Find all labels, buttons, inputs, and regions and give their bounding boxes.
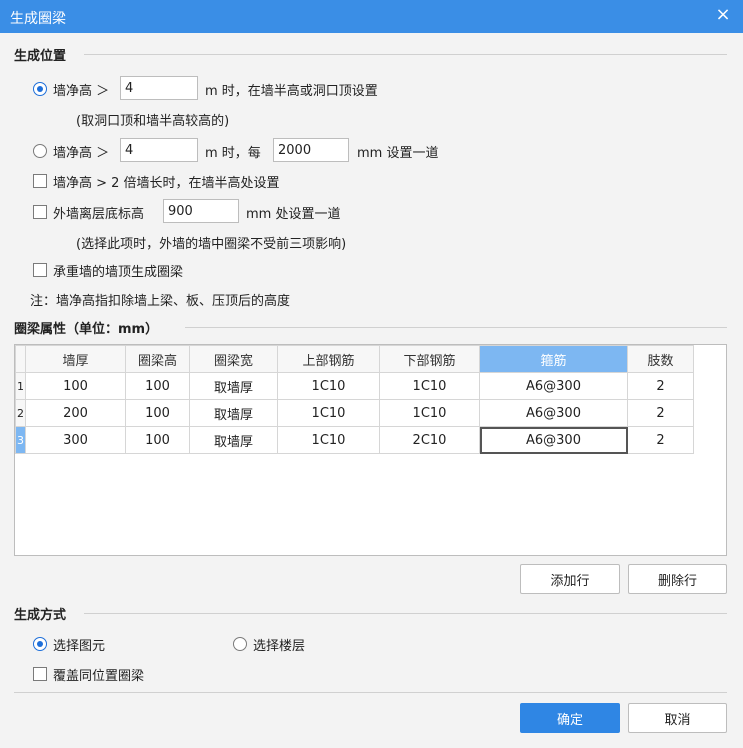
- table-cell[interactable]: 2: [627, 372, 694, 400]
- table-cell[interactable]: 2: [627, 399, 694, 427]
- table-cell[interactable]: 1C10: [379, 372, 480, 400]
- props-section-title: 圈梁属性（单位：mm）: [14, 322, 159, 337]
- ok-button[interactable]: 确定: [520, 703, 620, 733]
- section-divider: [185, 327, 727, 328]
- col-header[interactable]: 肢数: [627, 345, 694, 373]
- section-divider: [84, 54, 727, 55]
- props-grid: 墙厚 圈梁高 圈梁宽 上部钢筋 下部钢筋 箍筋 肢数 1 100 100 取墙厚…: [15, 345, 694, 454]
- opt4-suffix-label: mm 处设置一道: [246, 207, 341, 222]
- table-header-row: 墙厚 圈梁高 圈梁宽 上部钢筋 下部钢筋 箍筋 肢数: [15, 345, 694, 373]
- footnote: 注：墙净高指扣除墙上梁、板、压顶后的高度: [30, 294, 291, 309]
- checkbox-option-5[interactable]: [33, 263, 47, 277]
- table-cell[interactable]: A6@300: [479, 399, 628, 427]
- cancel-button[interactable]: 取消: [628, 703, 727, 733]
- opt4-note: (选择此项时，外墙的墙中圈梁不受前三项影响): [76, 237, 347, 252]
- select-element-label: 选择图元: [53, 639, 106, 654]
- table-cell[interactable]: 100: [25, 372, 126, 400]
- table-cell[interactable]: 1C10: [379, 399, 480, 427]
- overwrite-label: 覆盖同位置圈梁: [53, 669, 145, 684]
- col-header[interactable]: 下部钢筋: [379, 345, 480, 373]
- beam-props-table[interactable]: 墙厚 圈梁高 圈梁宽 上部钢筋 下部钢筋 箍筋 肢数 1 100 100 取墙厚…: [14, 344, 727, 556]
- close-icon[interactable]: ×: [713, 5, 733, 25]
- select-floor-label: 选择楼层: [253, 639, 306, 654]
- opt2-mid-label: m 时，每: [205, 146, 261, 161]
- opt5-label: 承重墙的墙顶生成圈梁: [53, 265, 184, 280]
- opt1-note: (取洞口顶和墙半高较高的): [76, 114, 230, 129]
- table-row[interactable]: 3 300 100 取墙厚 1C10 2C10 A6@300 2: [15, 426, 694, 454]
- table-cell[interactable]: 100: [125, 372, 190, 400]
- col-header[interactable]: 圈梁宽: [189, 345, 278, 373]
- table-cell[interactable]: 1C10: [277, 399, 380, 427]
- row-number[interactable]: 2: [15, 399, 26, 427]
- opt2-prefix-label: 墙净高 ＞: [53, 146, 110, 161]
- checkbox-overwrite[interactable]: [33, 667, 47, 681]
- table-cell[interactable]: 200: [25, 399, 126, 427]
- table-cell[interactable]: 300: [25, 426, 126, 454]
- opt4-prefix-label: 外墙离层底标高: [53, 207, 145, 222]
- table-cell[interactable]: 取墙厚: [189, 426, 278, 454]
- table-cell-selected[interactable]: A6@300: [479, 426, 628, 454]
- opt2-height-input[interactable]: [120, 138, 198, 162]
- method-section-title: 生成方式: [14, 608, 67, 623]
- row-number[interactable]: 1: [15, 372, 26, 400]
- opt3-label: 墙净高 > 2 倍墙长时，在墙半高处设置: [53, 176, 280, 191]
- radio-option-2[interactable]: [33, 144, 47, 158]
- table-row[interactable]: 2 200 100 取墙厚 1C10 1C10 A6@300 2: [15, 399, 694, 427]
- checkbox-option-4[interactable]: [33, 205, 47, 219]
- radio-select-element[interactable]: [33, 637, 47, 651]
- opt4-elevation-input[interactable]: [163, 199, 239, 223]
- row-number-active[interactable]: 3: [15, 426, 26, 454]
- table-cell[interactable]: 100: [125, 426, 190, 454]
- delete-row-button[interactable]: 删除行: [628, 564, 727, 594]
- table-cell[interactable]: 1C10: [277, 372, 380, 400]
- col-header[interactable]: 墙厚: [25, 345, 126, 373]
- table-cell[interactable]: A6@300: [479, 372, 628, 400]
- table-row[interactable]: 1 100 100 取墙厚 1C10 1C10 A6@300 2: [15, 372, 694, 400]
- checkbox-option-3[interactable]: [33, 174, 47, 188]
- col-header-active[interactable]: 箍筋: [479, 345, 628, 373]
- add-row-button[interactable]: 添加行: [520, 564, 620, 594]
- opt2-spacing-input[interactable]: [273, 138, 349, 162]
- table-cell[interactable]: 2: [627, 426, 694, 454]
- corner-cell: [15, 345, 26, 373]
- title-bar: 生成圈梁 ×: [0, 0, 743, 33]
- radio-select-floor[interactable]: [233, 637, 247, 651]
- section-divider: [84, 613, 727, 614]
- col-header[interactable]: 上部钢筋: [277, 345, 380, 373]
- opt1-suffix-label: m 时，在墙半高或洞口顶设置: [205, 84, 378, 99]
- position-section-title: 生成位置: [14, 49, 67, 64]
- footer-divider: [14, 692, 727, 693]
- window-title: 生成圈梁: [10, 11, 66, 27]
- table-cell[interactable]: 取墙厚: [189, 399, 278, 427]
- table-cell[interactable]: 100: [125, 399, 190, 427]
- radio-option-1[interactable]: [33, 82, 47, 96]
- opt1-height-input[interactable]: [120, 76, 198, 100]
- table-cell[interactable]: 1C10: [277, 426, 380, 454]
- opt2-suffix-label: mm 设置一道: [357, 146, 439, 161]
- col-header[interactable]: 圈梁高: [125, 345, 190, 373]
- opt1-prefix-label: 墙净高 ＞: [53, 84, 110, 99]
- table-cell[interactable]: 2C10: [379, 426, 480, 454]
- table-cell[interactable]: 取墙厚: [189, 372, 278, 400]
